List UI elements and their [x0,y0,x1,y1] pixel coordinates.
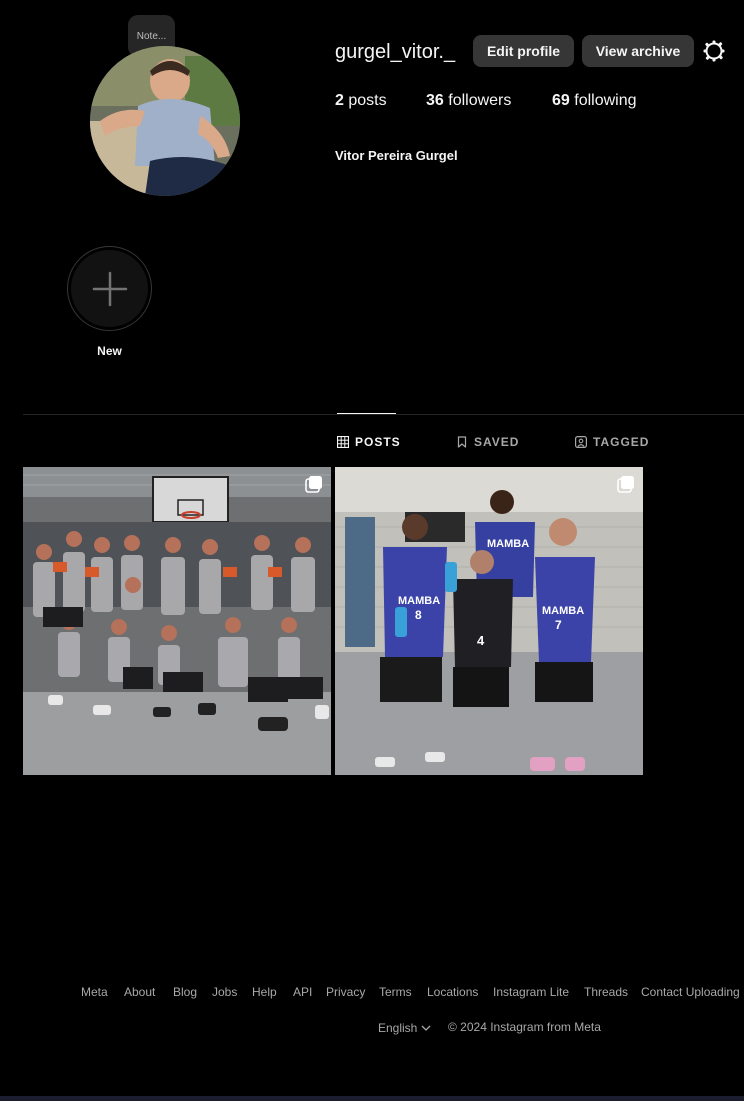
avatar-photo [90,46,240,196]
tab-saved[interactable]: SAVED [456,434,519,450]
footer-link-meta[interactable]: Meta [81,985,108,999]
posts-stat: 2 posts [335,92,387,110]
view-archive-button[interactable]: View archive [582,35,694,67]
tabs-divider [23,414,744,415]
post-thumbnail[interactable] [23,467,331,775]
tab-posts-label: POSTS [355,435,401,449]
bookmark-icon [457,436,467,448]
tab-saved-label: SAVED [474,435,520,449]
footer-link-instagram-lite[interactable]: Instagram Lite [493,985,569,999]
followers-label: followers [448,92,512,109]
gear-icon[interactable] [702,39,726,63]
posts-count: 2 [335,92,344,109]
footer-link-privacy[interactable]: Privacy [326,985,365,999]
footer-link-api[interactable]: API [293,985,312,999]
svg-text:7: 7 [555,618,562,632]
footer-link-blog[interactable]: Blog [173,985,197,999]
footer-link-jobs[interactable]: Jobs [212,985,237,999]
svg-text:4: 4 [477,633,485,648]
following-stat[interactable]: 69 following [552,92,637,110]
language-selector[interactable]: English [378,1021,431,1035]
chevron-down-icon [421,1025,431,1031]
svg-text:8: 8 [415,608,422,622]
language-label: English [378,1021,418,1035]
note-label: Note... [136,30,167,42]
new-highlight-inner [71,250,148,327]
footer-link-help[interactable]: Help [252,985,277,999]
followers-count: 36 [426,92,444,109]
tab-tagged[interactable]: TAGGED [575,434,649,450]
tag-user-icon [575,436,587,448]
new-highlight-button[interactable] [67,246,152,331]
posts-label: posts [348,92,387,109]
svg-text:MAMBA: MAMBA [487,538,529,550]
footer-link-threads[interactable]: Threads [584,985,628,999]
followers-stat[interactable]: 36 followers [426,92,511,110]
footer-link-about[interactable]: About [124,985,155,999]
edit-profile-button[interactable]: Edit profile [473,35,574,67]
copyright-text: © 2024 Instagram from Meta [448,1020,601,1034]
carousel-icon [305,476,322,493]
grid-icon [337,436,349,448]
active-tab-indicator [337,413,396,414]
carousel-icon [617,476,634,493]
footer-link-terms[interactable]: Terms [379,985,412,999]
svg-text:MAMBA: MAMBA [398,595,440,607]
plus-icon [92,271,127,306]
tab-tagged-label: TAGGED [593,435,650,449]
footer-link-contact-uploading[interactable]: Contact Uploading [641,985,740,999]
new-highlight-label: New [97,344,122,358]
post-thumbnail[interactable]: MAMBA 8 MAMBA 7 MAMBA 4 [335,467,643,775]
post-image: MAMBA8 MAMBA7 MAMBA4 [335,467,643,775]
bottom-edge-bar [0,1096,744,1101]
post-image [23,467,331,775]
profile-avatar[interactable] [90,46,240,196]
tab-posts[interactable]: POSTS [337,434,401,450]
svg-text:MAMBA: MAMBA [542,605,584,617]
profile-full-name: Vitor Pereira Gurgel [335,148,458,163]
following-label: following [574,92,637,109]
profile-username: gurgel_vitor._ [335,41,456,63]
following-count: 69 [552,92,570,109]
footer-link-locations[interactable]: Locations [427,985,478,999]
